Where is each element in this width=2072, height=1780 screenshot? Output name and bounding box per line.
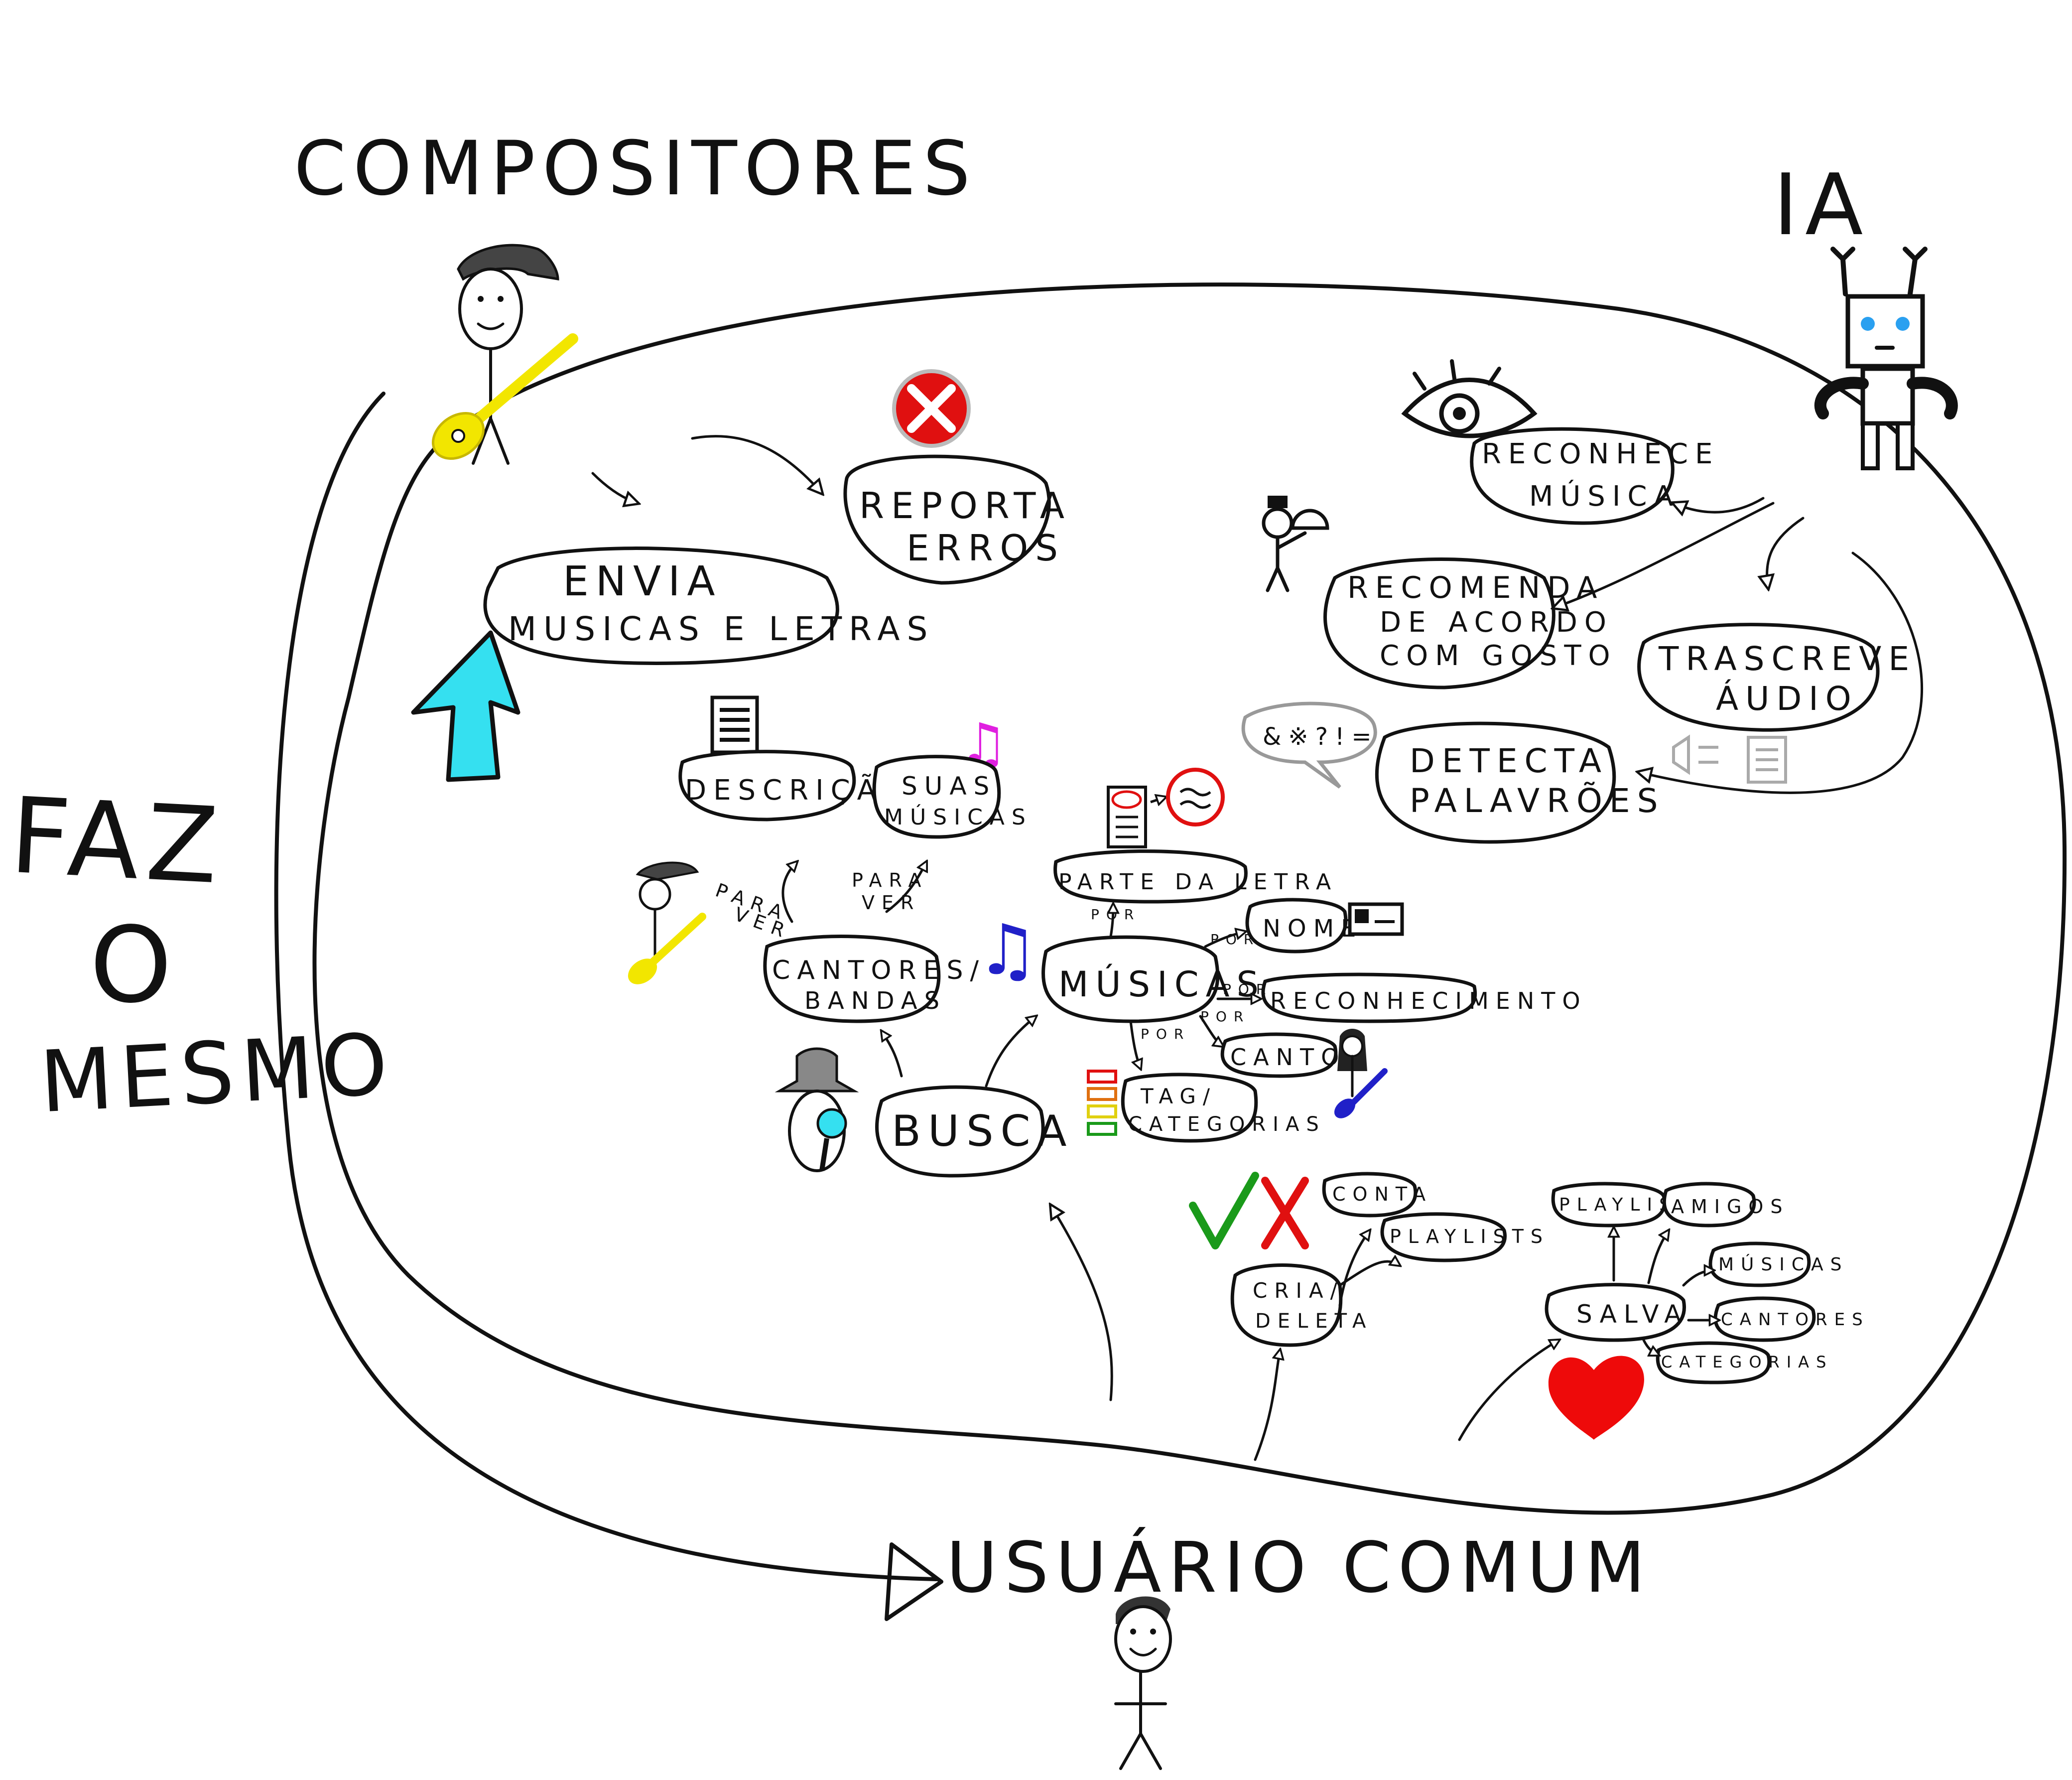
- bubble-parte-letra: PARTE DA LETRA: [1053, 849, 1338, 904]
- bubble-conta: CONTA: [1322, 1172, 1432, 1218]
- bubble-nome: NOME: [1245, 898, 1363, 954]
- bubble-tag-categorias: TAG/ CATEGORIAS: [1121, 1073, 1326, 1143]
- swear-text: &※?!=: [1263, 723, 1379, 751]
- bubble-detecta: DETECTA PALAVRÕES: [1375, 721, 1665, 844]
- eye-icon: [1401, 359, 1538, 438]
- mindmap-canvas: COMPOSITORES IA USUÁRIO COMUM FAZ O MESM…: [7, 126, 2067, 1770]
- bubble-reporta-erros: REPORTA ERROS: [843, 454, 1071, 585]
- bubble-conta-label: CONTA: [1332, 1183, 1432, 1205]
- bubble-salva-label: SALVA: [1576, 1300, 1688, 1329]
- bubble-nome-label: NOME: [1263, 915, 1363, 943]
- transcribe-icon: [1672, 734, 1787, 784]
- edge-para-ver-2-b: VER: [862, 892, 920, 914]
- music-note-blue-icon: ♫: [976, 910, 1039, 991]
- lyrics-icon: [1107, 768, 1225, 848]
- bubble-musicas-2: MÚSICAS: [1708, 1241, 1849, 1287]
- bubble-cria-label-1: CRIA/: [1253, 1278, 1344, 1303]
- bubble-envia-label-2: MUSICAS E LETRAS: [508, 610, 934, 648]
- error-icon: [892, 369, 971, 448]
- bubble-recomenda: RECOMENDA DE ACORDO COM GOSTO: [1323, 557, 1617, 689]
- bubble-playlists-label: PLAYLISTS: [1390, 1226, 1550, 1247]
- name-card-icon: [1348, 902, 1404, 936]
- cyan-up-arrow-icon: [411, 630, 520, 782]
- bubble-transcreve-label-2: ÁUDIO: [1716, 680, 1858, 718]
- bubble-recomenda-label-1: RECOMENDA: [1347, 570, 1604, 605]
- user-figure: [1114, 1596, 1172, 1770]
- bubble-recomenda-label-3: COM GOSTO: [1380, 640, 1617, 672]
- bubble-musicas-2-label: MÚSICAS: [1718, 1254, 1849, 1275]
- edge-por-5: POR: [1141, 1026, 1190, 1042]
- bubble-cantores-2: CANTORES: [1713, 1296, 1870, 1342]
- bubble-amigos-label: AMIGOS: [1671, 1196, 1789, 1218]
- loop-arrow-head: [885, 1542, 943, 1621]
- singer-figure: [1334, 1029, 1388, 1118]
- edge-por-1: POR: [1091, 906, 1141, 923]
- bubble-busca-label: BUSCA: [892, 1106, 1073, 1156]
- bubble-reporta-label-2: ERROS: [906, 527, 1065, 569]
- bubble-cantores-2-label: CANTORES: [1721, 1310, 1870, 1330]
- bubble-cantores-label-1: CANTORES/: [772, 956, 986, 985]
- robot-icon: [1814, 247, 1958, 470]
- bubble-reconhece-label-1: RECONHECE: [1482, 438, 1719, 470]
- check-icon: [1189, 1172, 1259, 1249]
- bubble-categorias-2-label: CATEGORIAS: [1661, 1353, 1833, 1371]
- bubble-busca: BUSCA: [875, 1085, 1073, 1178]
- actor-ia: IA: [1773, 156, 1870, 255]
- bubble-tag-label-1: TAG/: [1140, 1084, 1217, 1108]
- bubble-cantores: CANTORES/ BANDAS: [763, 935, 986, 1023]
- waiter-icon: [1262, 496, 1329, 592]
- actor-compositores: COMPOSITORES: [294, 126, 977, 212]
- bubble-envia-label-1: ENVIA: [563, 558, 722, 605]
- color-tags-icon: [1087, 1070, 1117, 1136]
- bubble-envia: ENVIA MUSICAS E LETRAS: [483, 547, 934, 665]
- bubble-playlists: PLAYLISTS: [1380, 1212, 1550, 1262]
- bubble-salva: SALVA: [1545, 1283, 1688, 1342]
- heart-icon: [1548, 1356, 1644, 1440]
- bubble-detecta-label-1: DETECTA: [1410, 742, 1608, 780]
- bubble-cria-label-2: DELETA: [1255, 1310, 1373, 1333]
- side-note-faz: FAZ: [7, 775, 228, 908]
- bubble-tag-label-2: CATEGORIAS: [1128, 1113, 1326, 1136]
- bubble-transcreve: TRASCREVE ÁUDIO: [1637, 623, 1916, 732]
- bubble-transcreve-label-1: TRASCREVE: [1658, 640, 1916, 678]
- detective-figure: [775, 1047, 859, 1172]
- bubble-reconhecimento-label: RECONHECIMENTO: [1270, 987, 1587, 1014]
- composer-figure: [431, 244, 578, 465]
- side-note-o: O: [90, 904, 179, 1026]
- bubble-reconhecimento: RECONHECIMENTO: [1261, 972, 1587, 1023]
- bubble-reconhece-label-2: MÚSICA: [1529, 480, 1680, 513]
- x-icon: [1261, 1177, 1309, 1249]
- bubble-parte-letra-label: PARTE DA LETRA: [1058, 869, 1338, 895]
- swear-speech-bubble: &※?!=: [1241, 701, 1379, 789]
- small-composer-figure: [628, 861, 706, 984]
- guitar-icon: [431, 333, 578, 460]
- actor-usuario: USUÁRIO COMUM: [946, 1526, 1652, 1609]
- bubble-suas-label-1: SUAS: [902, 772, 996, 801]
- bubble-suas-musicas: SUAS MÚSICAS: [872, 755, 1033, 839]
- bubble-cantores-label-2: BANDAS: [804, 987, 946, 1015]
- bubble-reporta-label-1: REPORTA: [859, 485, 1071, 527]
- bubble-suas-label-2: MÚSICAS: [884, 804, 1033, 830]
- side-note-mesmo: MESMO: [37, 1015, 397, 1132]
- bubble-categorias-2: CATEGORIAS: [1656, 1341, 1833, 1384]
- edge-por-4: POR: [1200, 1008, 1250, 1025]
- edge-por-3: POR: [1223, 981, 1273, 997]
- bubble-detecta-label-2: PALAVRÕES: [1410, 782, 1665, 820]
- bubble-recomenda-label-2: DE ACORDO: [1380, 606, 1613, 639]
- document-icon: [710, 695, 759, 754]
- bubble-reconhece: RECONHECE MÚSICA: [1470, 427, 1719, 525]
- bubble-amigos: AMIGOS: [1662, 1182, 1789, 1228]
